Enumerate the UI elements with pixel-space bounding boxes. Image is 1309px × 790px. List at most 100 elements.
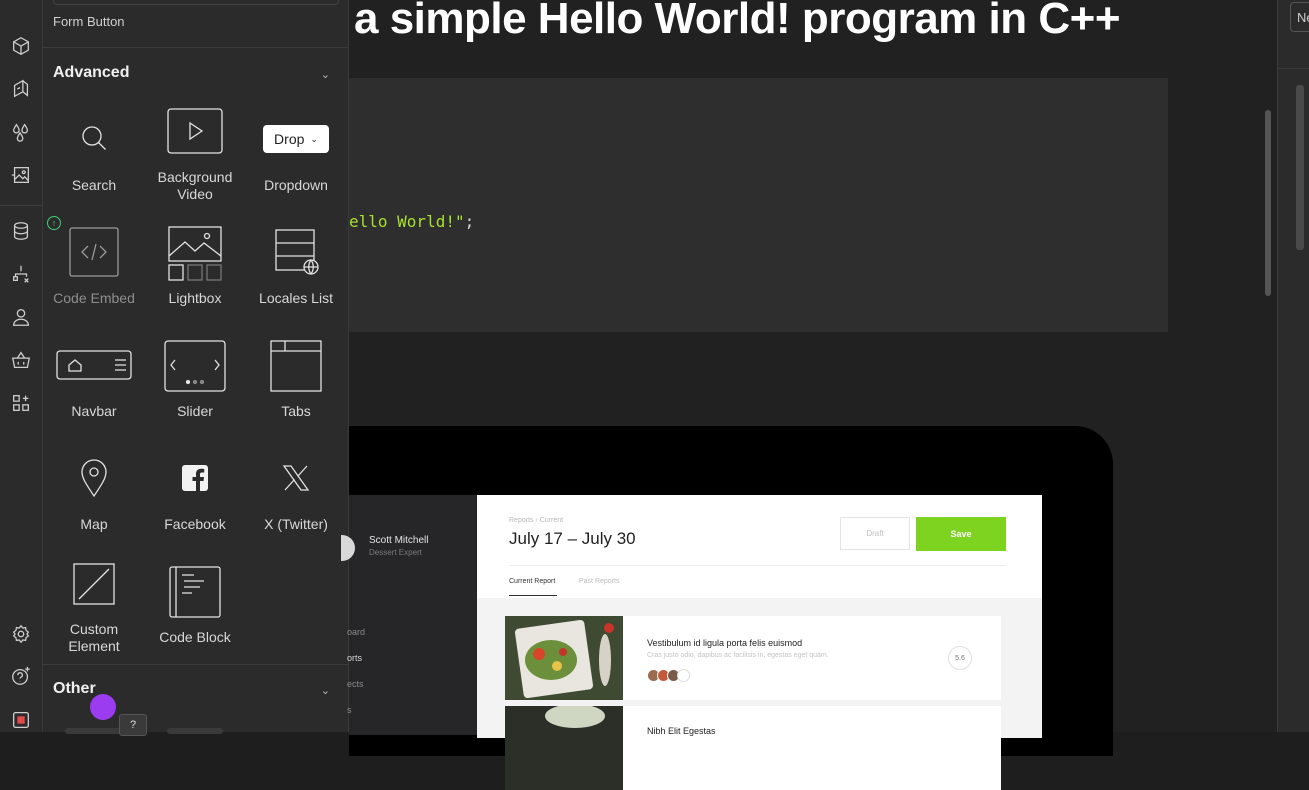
right-panel-scrollbar[interactable]	[1296, 85, 1304, 250]
mockup-nav-item: oard	[347, 627, 366, 637]
lightbox-icon	[145, 226, 245, 282]
mouse-cursor	[90, 694, 116, 720]
code-punctuation: ;	[464, 212, 475, 231]
play-video-icon	[145, 108, 245, 154]
element-tile-peek[interactable]	[65, 728, 121, 734]
element-label: Code Block	[159, 629, 231, 645]
section-divider	[43, 47, 348, 48]
dropdown-preview-text: Drop	[274, 131, 305, 147]
avatar	[677, 669, 690, 682]
rail-divider	[0, 205, 42, 206]
mockup-nav-item: orts	[347, 653, 363, 663]
other-section-title[interactable]: Other	[53, 680, 96, 698]
database-icon[interactable]	[9, 219, 33, 243]
locales-list-icon	[246, 228, 346, 278]
element-label: Tabs	[281, 403, 311, 419]
food-thumbnail	[505, 616, 623, 700]
map-pin-icon	[44, 458, 144, 498]
element-locales-list[interactable]: Locales List	[246, 218, 346, 328]
drops-icon[interactable]	[9, 120, 33, 144]
header-divider	[509, 565, 1006, 566]
logic-flow-icon[interactable]	[9, 262, 33, 286]
element-map[interactable]: Map	[44, 444, 144, 554]
active-tab-underline	[509, 595, 557, 596]
right-panel-header: Ne	[1278, 0, 1309, 69]
panel-top-field[interactable]	[53, 0, 339, 5]
dropdown-preview: Drop ⌄	[246, 125, 346, 153]
draft-button: Draft	[840, 517, 910, 550]
score-badge: 5.6	[948, 646, 972, 670]
section-divider	[43, 664, 348, 665]
custom-element-icon	[44, 563, 144, 605]
settings-icon[interactable]	[9, 622, 33, 646]
element-label: Locales List	[259, 290, 333, 306]
help-button[interactable]: ?	[119, 714, 147, 736]
chevron-down-icon[interactable]: ⌄	[321, 684, 330, 697]
right-settings-panel: Ne	[1277, 0, 1309, 732]
mockup-sidebar: Scott Mitchell Dessert Expert oard orts …	[341, 495, 477, 735]
element-navbar[interactable]: Navbar	[44, 331, 144, 441]
element-search[interactable]: Search	[44, 105, 144, 215]
code-block-icon	[145, 566, 245, 618]
page-heading[interactable]: a simple Hello World! program in C++	[354, 0, 1121, 44]
code-embed-icon	[44, 227, 144, 277]
basket-icon[interactable]	[9, 348, 33, 372]
element-custom-element[interactable]: Custom Element	[44, 557, 144, 667]
chevron-down-icon[interactable]: ⌄	[321, 68, 330, 81]
mockup-nav-item: ects	[347, 679, 364, 689]
apps-icon[interactable]	[9, 391, 33, 415]
card-subtitle: Cras justo odio, dapibus ac facilisis in…	[647, 652, 829, 659]
navbar-icon	[44, 349, 144, 381]
element-tabs[interactable]: Tabs	[246, 331, 346, 441]
date-range-title: July 17 – July 30	[509, 529, 636, 548]
code-block[interactable]: ello World!";	[349, 78, 1168, 332]
add-elements-panel: Form Button Advanced ⌄ Search Background…	[43, 0, 349, 736]
code-string: ello World!"	[349, 212, 465, 231]
cube-icon[interactable]	[9, 34, 33, 58]
list-item: Nibh Elit Egestas	[505, 706, 1001, 790]
mockup-dashboard: Reports › Current July 17 – July 30 Draf…	[477, 495, 1042, 790]
canvas-scrollbar[interactable]	[1265, 110, 1271, 296]
tab-past-reports: Past Reports	[579, 578, 620, 585]
help-sparkle-icon[interactable]	[9, 664, 33, 688]
tabs-icon	[246, 340, 346, 392]
code-line: ello World!";	[349, 212, 474, 231]
slider-icon	[145, 340, 245, 392]
form-button-item-label[interactable]: Form Button	[53, 14, 125, 29]
avatar	[341, 535, 355, 561]
element-label: Facebook	[164, 516, 226, 532]
chevron-down-icon: ⌄	[310, 133, 318, 144]
element-lightbox[interactable]: Lightbox	[145, 218, 245, 328]
element-label: Dropdown	[264, 177, 328, 193]
element-label: Background Video	[157, 169, 233, 202]
stop-icon[interactable]	[9, 708, 33, 732]
element-dropdown[interactable]: Drop ⌄ Dropdown	[246, 105, 346, 215]
card-title: Nibh Elit Egestas	[647, 726, 716, 736]
card-title: Vestibulum id ligula porta felis euismod	[647, 638, 803, 648]
element-slider[interactable]: Slider	[145, 331, 245, 441]
element-label: Map	[80, 516, 108, 532]
element-label: Custom Element	[68, 621, 120, 654]
element-tile-peek[interactable]	[167, 728, 223, 734]
element-label: Code Embed	[53, 290, 135, 306]
pages-icon[interactable]	[9, 77, 33, 101]
left-toolbar	[0, 0, 43, 732]
mockup-user-role: Dessert Expert	[369, 548, 422, 557]
mockup-user-name: Scott Mitchell	[369, 535, 429, 546]
breadcrumb: Reports › Current	[509, 517, 564, 524]
element-facebook[interactable]: Facebook	[145, 444, 245, 554]
element-background-video[interactable]: Background Video	[145, 105, 245, 215]
facebook-icon	[145, 464, 245, 492]
dropdown-preview-button: Drop ⌄	[263, 125, 329, 153]
element-code-block[interactable]: Code Block	[145, 557, 245, 667]
designer-canvas[interactable]: a simple Hello World! program in C++ ell…	[341, 0, 1277, 790]
element-code-embed[interactable]: Code Embed	[44, 218, 144, 328]
image-icon[interactable]	[9, 163, 33, 187]
food-thumbnail	[505, 706, 623, 790]
advanced-section-title[interactable]: Advanced	[53, 64, 129, 82]
element-x-twitter[interactable]: X (Twitter)	[246, 444, 346, 554]
name-field[interactable]: Ne	[1290, 2, 1309, 32]
user-icon[interactable]	[9, 305, 33, 329]
element-label: X (Twitter)	[264, 516, 328, 532]
mockup-nav-item: s	[347, 705, 352, 715]
